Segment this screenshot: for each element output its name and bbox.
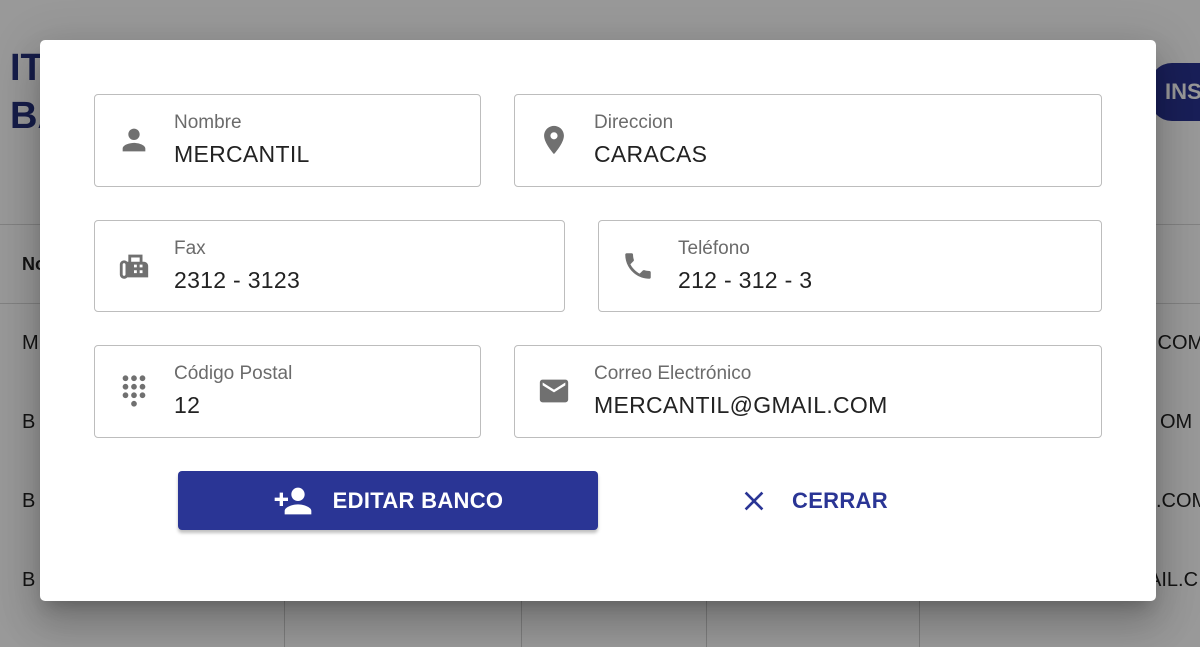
correo-label: Correo Electrónico	[594, 363, 752, 384]
correo-field[interactable]: Correo Electrónico	[514, 345, 1102, 438]
close-button[interactable]: CERRAR	[730, 471, 900, 530]
edit-bank-button[interactable]: EDITAR BANCO	[178, 471, 598, 530]
phone-icon	[621, 249, 655, 283]
telefono-label: Teléfono	[678, 238, 750, 259]
telefono-field[interactable]: Teléfono	[598, 220, 1102, 312]
person-icon	[117, 123, 151, 157]
codigo-postal-label: Código Postal	[174, 363, 293, 384]
nombre-input[interactable]	[174, 139, 459, 169]
fax-field[interactable]: Fax	[94, 220, 565, 312]
location-pin-icon	[537, 123, 571, 157]
person-add-icon	[274, 487, 312, 514]
dialpad-icon	[117, 374, 151, 408]
edit-bank-dialog: Nombre Direccion Fax Teléfono Código Pos…	[40, 40, 1156, 601]
close-icon	[744, 491, 764, 510]
fax-label: Fax	[174, 238, 206, 259]
fax-input[interactable]	[174, 265, 543, 295]
direccion-field[interactable]: Direccion	[514, 94, 1102, 187]
nombre-field[interactable]: Nombre	[94, 94, 481, 187]
nombre-label: Nombre	[174, 112, 242, 133]
edit-bank-label: EDITAR BANCO	[332, 487, 504, 513]
codigo-postal-field[interactable]: Código Postal	[94, 345, 481, 438]
direccion-input[interactable]	[594, 139, 1080, 169]
correo-input[interactable]	[594, 390, 1080, 420]
codigo-postal-input[interactable]	[174, 390, 459, 420]
close-label: CERRAR	[792, 487, 888, 513]
email-icon	[537, 374, 571, 408]
direccion-label: Direccion	[594, 112, 674, 133]
telefono-input[interactable]	[678, 265, 1080, 295]
fax-icon	[117, 249, 151, 283]
